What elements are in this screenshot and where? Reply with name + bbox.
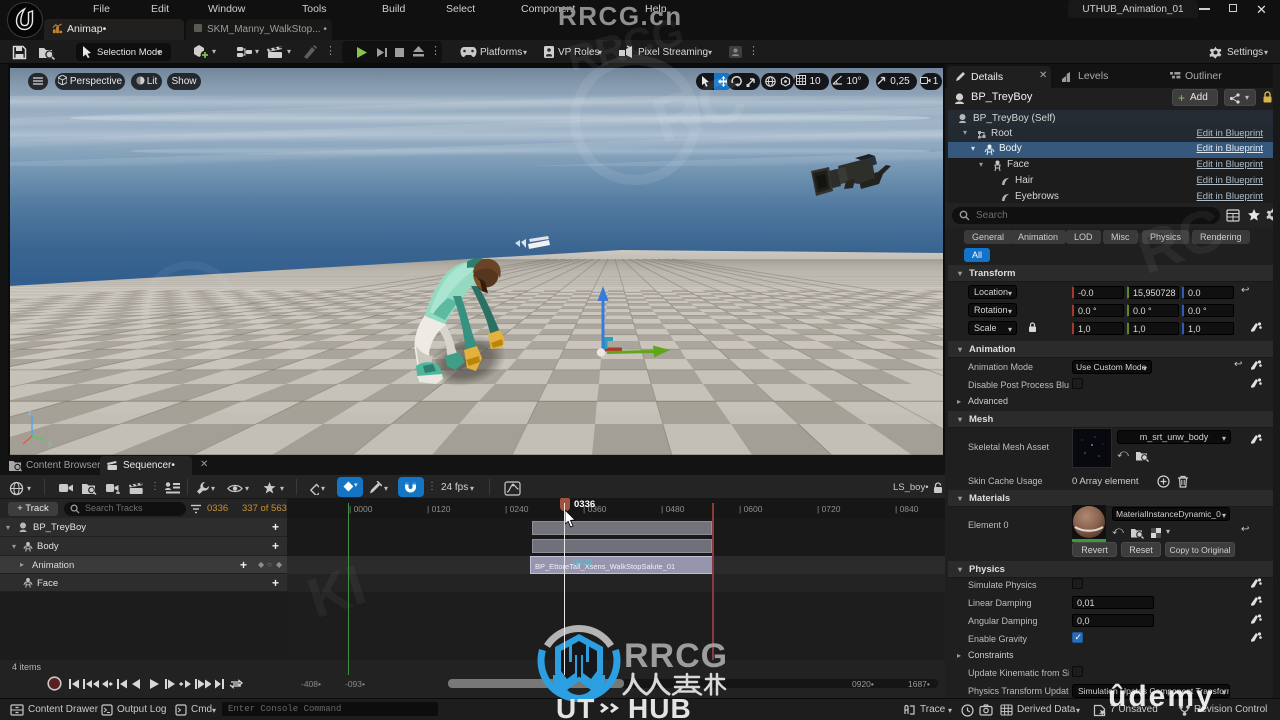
svg-text:x: x bbox=[20, 437, 24, 444]
svg-text:RC: RC bbox=[1130, 194, 1232, 287]
svg-text:RG: RG bbox=[199, 275, 284, 348]
svg-text:z: z bbox=[28, 410, 32, 417]
svg-text:y: y bbox=[48, 441, 52, 448]
svg-text:RC: RC bbox=[644, 60, 754, 157]
svg-text:RRCG: RRCG bbox=[624, 637, 728, 675]
svg-text:KI: KI bbox=[300, 553, 373, 630]
